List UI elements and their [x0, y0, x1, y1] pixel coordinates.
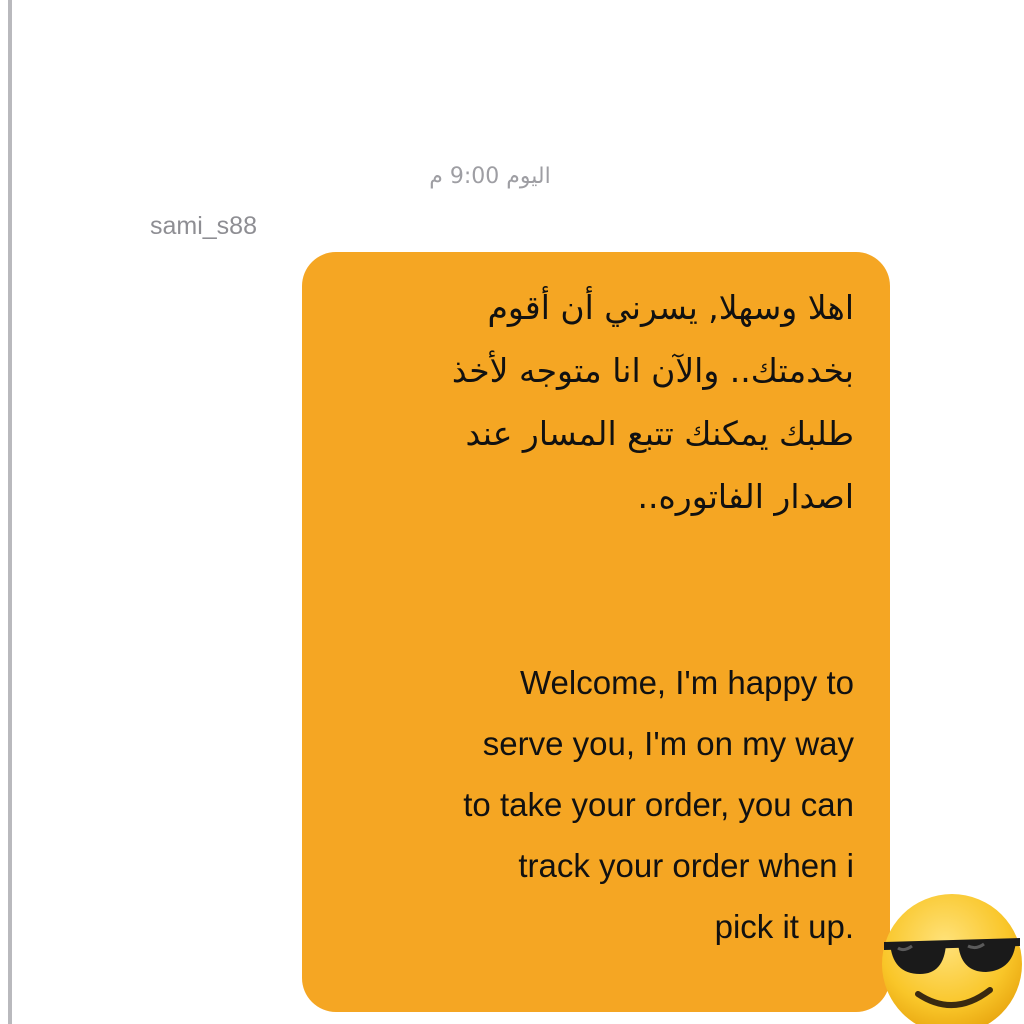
message-bubble[interactable]: اهلا وسهلا, يسرني أن أقوم بخدمتك.. والآن… — [302, 252, 890, 1012]
message-text-english: Welcome, I'm happy to serve you, I'm on … — [463, 664, 854, 945]
message-timestamp: اليوم 9:00 م — [429, 164, 551, 189]
message-text-arabic: اهلا وسهلا, يسرني أن أقوم بخدمتك.. والآن… — [451, 288, 854, 516]
sunglasses-emoji-icon — [882, 894, 1022, 1024]
sender-username[interactable]: sami_s88 — [150, 212, 257, 241]
chat-screen: اليوم 9:00 م sami_s88 اهلا وسهلا, يسرني … — [0, 0, 1024, 1024]
left-divider — [0, 0, 12, 1024]
